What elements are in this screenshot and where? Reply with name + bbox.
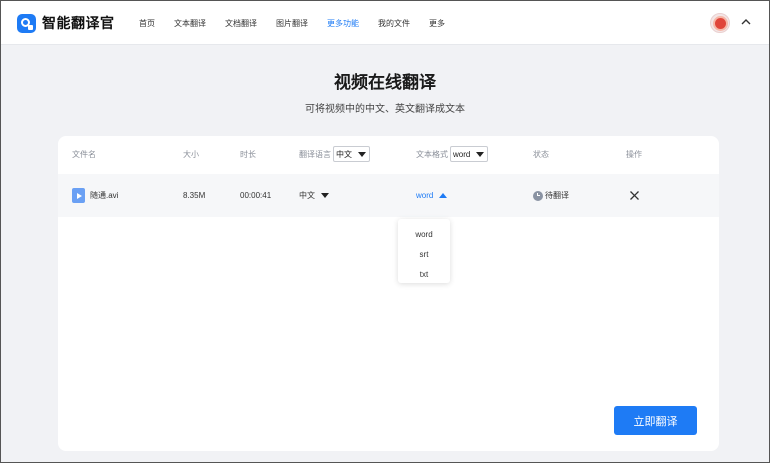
header-language-label: 翻译语言 (299, 149, 331, 159)
caret-up-icon (439, 193, 448, 198)
format-option-txt[interactable]: txt (398, 265, 450, 285)
format-dropdown: word srt txt (398, 219, 450, 283)
nav-my-files[interactable]: 我的文件 (378, 18, 410, 29)
page-subtitle: 可将视频中的中文、英文翻译成文本 (305, 104, 465, 115)
header-size: 大小 (183, 149, 199, 159)
row-format-select[interactable]: word (416, 174, 448, 217)
row-status: 待翻译 (533, 174, 569, 217)
main-nav: 首页 文本翻译 文档翻译 图片翻译 更多功能 我的文件 更多 (139, 18, 464, 29)
nav-text-translate[interactable]: 文本翻译 (174, 18, 206, 29)
caret-down-icon (358, 151, 366, 157)
row-language-value: 中文 (299, 191, 315, 200)
nav-more[interactable]: 更多 (429, 18, 445, 29)
nav-home[interactable]: 首页 (139, 18, 155, 29)
top-bar: 智能翻译官 首页 文本翻译 文档翻译 图片翻译 更多功能 我的文件 更多 (1, 1, 769, 45)
header-duration: 时长 (240, 149, 256, 159)
row-filename: 随通.avi (72, 174, 118, 217)
caret-down-icon (476, 151, 485, 157)
language-select-value: 中文 (336, 149, 352, 159)
row-action (629, 174, 640, 217)
caret-down-icon (321, 193, 329, 198)
app-logo-icon (17, 13, 36, 33)
translate-now-button[interactable]: 立即翻译 (614, 406, 697, 435)
row-size: 8.35M (183, 191, 206, 200)
app-name: 智能翻译官 (42, 15, 115, 31)
header-action: 操作 (626, 149, 642, 159)
clock-icon (533, 190, 543, 201)
row-filename-text: 随通.avi (90, 191, 119, 200)
page-title: 视频在线翻译 (334, 73, 436, 92)
avatar[interactable] (710, 13, 730, 33)
nav-image-translate[interactable]: 图片翻译 (276, 18, 308, 29)
nav-more-features[interactable]: 更多功能 (327, 18, 359, 29)
header-filename: 文件名 (72, 149, 96, 159)
nav-document-translate[interactable]: 文档翻译 (225, 18, 257, 29)
file-panel: 文件名 大小 时长 翻译语言 中文 文本格式 word 状态 操作 随通.avi… (58, 136, 719, 451)
avatar-image (714, 17, 726, 29)
format-option-srt[interactable]: srt (398, 245, 450, 265)
header-format: 文本格式 word (416, 144, 489, 164)
format-select[interactable]: word (450, 146, 489, 162)
header-format-label: 文本格式 (416, 149, 448, 159)
row-duration: 00:00:41 (240, 191, 272, 200)
header-status: 状态 (533, 149, 549, 159)
video-file-icon (72, 188, 85, 203)
row-status-text: 待翻译 (545, 191, 569, 200)
table-row: 随通.avi 8.35M 00:00:41 中文 word 待翻译 (58, 174, 719, 217)
chevron-up-icon[interactable] (740, 17, 752, 27)
header-language: 翻译语言 中文 (299, 144, 370, 164)
format-select-value: word (453, 149, 471, 159)
app-logo[interactable]: 智能翻译官 (17, 13, 115, 33)
close-icon[interactable] (629, 190, 640, 201)
table-header: 文件名 大小 时长 翻译语言 中文 文本格式 word 状态 操作 (58, 144, 719, 164)
format-option-word[interactable]: word (398, 225, 450, 245)
row-format-value: word (416, 191, 434, 200)
language-select[interactable]: 中文 (333, 146, 370, 162)
row-language-select[interactable]: 中文 (299, 174, 329, 217)
